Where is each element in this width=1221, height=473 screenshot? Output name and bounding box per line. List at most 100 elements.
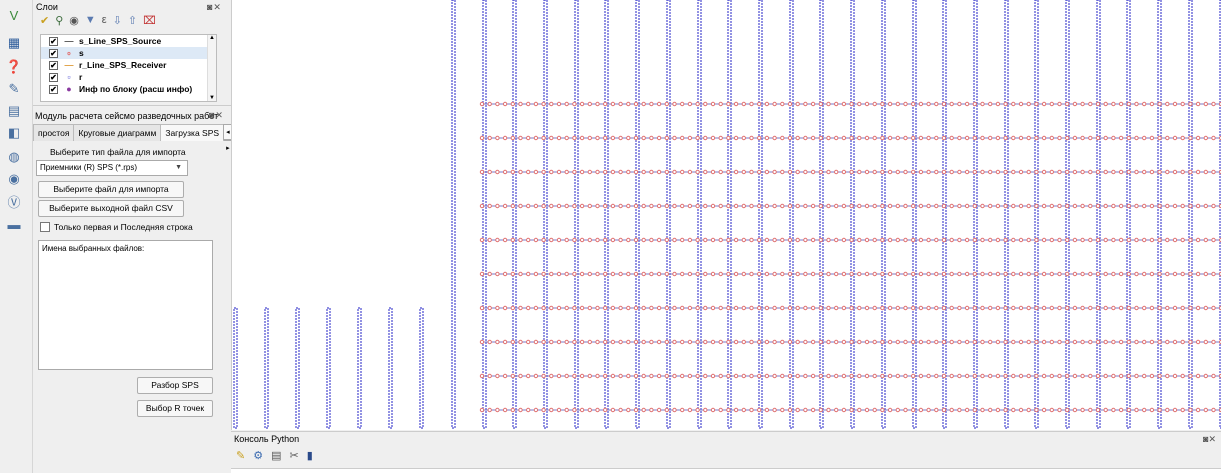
layers-toolbar: ✔ ⚲ ◉ ▼ ε ⇩ ⇧ ⌧ <box>40 14 156 30</box>
receiver-line <box>942 0 947 429</box>
clear-console-icon[interactable]: ✎ <box>236 449 245 462</box>
import-type-select[interactable]: Приемники (R) SPS (*.rps) ▼ <box>36 160 188 176</box>
filter-legend-icon[interactable]: ▼ <box>85 14 96 30</box>
receiver-line <box>604 0 609 429</box>
choose-import-file-button[interactable]: Выберите файл для импорта <box>38 181 184 198</box>
receiver-line <box>758 0 763 429</box>
add-raster-layer-icon[interactable]: ▦ <box>3 32 25 54</box>
layer-name: Инф по блоку (расш инфо) <box>79 84 193 94</box>
map-canvas[interactable] <box>231 0 1221 430</box>
layer-visibility-checkbox[interactable]: ✔ <box>49 84 58 94</box>
layers-panel-controls[interactable]: ◙✕ <box>207 2 222 13</box>
receiver-line <box>881 0 886 429</box>
collapse-all-icon[interactable]: ⇧ <box>128 14 137 30</box>
layer-row[interactable]: ✔ ▫ r <box>41 71 216 83</box>
receiver-line <box>326 307 331 429</box>
tab-pie-charts[interactable]: Круговые диаграмм <box>73 124 162 141</box>
layer-name: s <box>79 48 84 58</box>
selected-files-textarea[interactable]: Имена выбранных файлов: <box>38 240 213 370</box>
receiver-line <box>357 307 362 429</box>
source-line <box>479 305 1221 311</box>
square-symbol-icon: ▫ <box>67 72 71 82</box>
open-styling-icon[interactable]: ✔ <box>40 14 49 30</box>
console-input[interactable] <box>231 468 1221 473</box>
seismic-module-panel: Модуль расчета сейсмо разведочных работ … <box>33 107 233 473</box>
receiver-line <box>635 0 640 429</box>
scroll-up-icon[interactable]: ▲ <box>208 35 216 41</box>
layer-visibility-checkbox[interactable]: ✔ <box>49 60 58 70</box>
show-editor-icon[interactable]: ▤ <box>271 449 281 462</box>
add-delimited-text-icon[interactable]: ◉ <box>3 168 25 190</box>
receiver-line <box>1126 0 1131 429</box>
tab-downtime[interactable]: простоя <box>33 124 75 141</box>
tab-load-sps[interactable]: Загрузка SPS <box>160 124 225 141</box>
new-shapefile-icon[interactable]: ✎ <box>3 78 25 100</box>
source-line <box>479 407 1221 413</box>
source-line <box>479 339 1221 345</box>
layer-name: s_Line_SPS_Source <box>79 36 162 46</box>
module-panel-controls[interactable]: ◙✕ <box>209 110 224 121</box>
receiver-line <box>697 0 702 429</box>
manage-map-themes-icon[interactable]: ◉ <box>69 14 79 30</box>
receiver-line <box>482 0 487 429</box>
receiver-line <box>264 307 269 429</box>
receiver-line <box>819 0 824 429</box>
parse-sps-button[interactable]: Разбор SPS <box>137 377 213 394</box>
left-layer-toolbar: V ▦ ❓ ✎ ▤ ◧ ◍ ◉ Ⓥ ▬ <box>0 0 33 473</box>
first-last-row-checkbox[interactable] <box>40 222 50 232</box>
add-wms-layer-icon[interactable]: ▤ <box>3 100 25 122</box>
selected-files-label: Имена выбранных файлов: <box>42 244 145 253</box>
map-layers-svg <box>233 0 1221 429</box>
console-title: Консоль Python <box>234 434 300 444</box>
layer-row[interactable]: ✔ ● Инф по блоку (расш инфо) <box>41 83 216 95</box>
console-toolbar: ✎ ⚙ ▤ ✂ ▮ <box>236 449 313 462</box>
layer-name: r_Line_SPS_Receiver <box>79 60 167 70</box>
python-console-panel: Консоль Python ◙✕ ✎ ⚙ ▤ ✂ ▮ <box>231 431 1221 473</box>
layer-visibility-checkbox[interactable]: ✔ <box>49 72 58 82</box>
source-line <box>479 101 1221 107</box>
receiver-line <box>233 307 238 429</box>
run-command-icon[interactable]: ⚙ <box>253 449 263 462</box>
receiver-line <box>1065 0 1070 429</box>
source-line <box>479 237 1221 243</box>
layer-row[interactable]: ✔ — r_Line_SPS_Receiver <box>41 59 216 71</box>
scroll-down-icon[interactable]: ▼ <box>208 95 216 101</box>
receiver-line <box>973 0 978 429</box>
first-last-row-option[interactable]: Только первая и Последняя строка <box>40 222 193 232</box>
add-group-icon[interactable]: ⚲ <box>55 14 63 30</box>
console-controls[interactable]: ◙✕ <box>1203 434 1216 445</box>
layer-visibility-checkbox[interactable]: ✔ <box>49 36 58 46</box>
layer-tree: ✔ — s_Line_SPS_Source ✔ ∘ s ✔ — r_Line_S… <box>40 34 217 102</box>
import-type-label: Выберите тип файла для импорта <box>50 147 186 157</box>
add-vector-layer-icon[interactable]: V <box>3 4 25 26</box>
remove-layer-icon[interactable]: ⌧ <box>143 14 156 30</box>
receiver-line <box>451 0 456 429</box>
expand-all-icon[interactable]: ⇩ <box>113 14 122 30</box>
add-virtual-layer-icon[interactable]: Ⓥ <box>3 190 25 212</box>
chevron-down-icon: ▼ <box>175 164 182 171</box>
layer-row[interactable]: ✔ ∘ s <box>41 47 216 59</box>
layer-row[interactable]: ✔ — s_Line_SPS_Source <box>41 35 216 47</box>
layer-tree-scrollbar[interactable]: ▲ ▼ <box>207 35 216 101</box>
choose-output-csv-button[interactable]: Выберите выходной файл CSV <box>38 200 184 217</box>
receiver-line <box>1157 0 1162 429</box>
receiver-line <box>666 0 671 429</box>
source-line <box>479 203 1221 209</box>
receiver-line <box>388 307 393 429</box>
filter-expression-icon[interactable]: ε <box>102 14 107 30</box>
settings-icon[interactable]: ✂ <box>290 449 299 462</box>
add-wcs-layer-icon[interactable]: ◍ <box>3 146 25 168</box>
receiver-line <box>1188 0 1193 429</box>
line-symbol-icon: — <box>64 60 74 70</box>
receiver-line <box>1096 0 1101 429</box>
receiver-line <box>574 0 579 429</box>
layer-visibility-checkbox[interactable]: ✔ <box>49 48 58 58</box>
select-r-points-button[interactable]: Выбор R точек <box>137 400 213 417</box>
receiver-line <box>512 0 517 429</box>
add-layer-group-icon[interactable]: ▬ <box>3 213 25 235</box>
add-postgis-layer-icon[interactable]: ❓ <box>3 56 25 78</box>
help-icon[interactable]: ▮ <box>307 449 313 462</box>
add-wfs-layer-icon[interactable]: ◧ <box>3 122 25 144</box>
source-line <box>479 135 1221 141</box>
point-symbol-icon: ∘ <box>66 47 72 58</box>
